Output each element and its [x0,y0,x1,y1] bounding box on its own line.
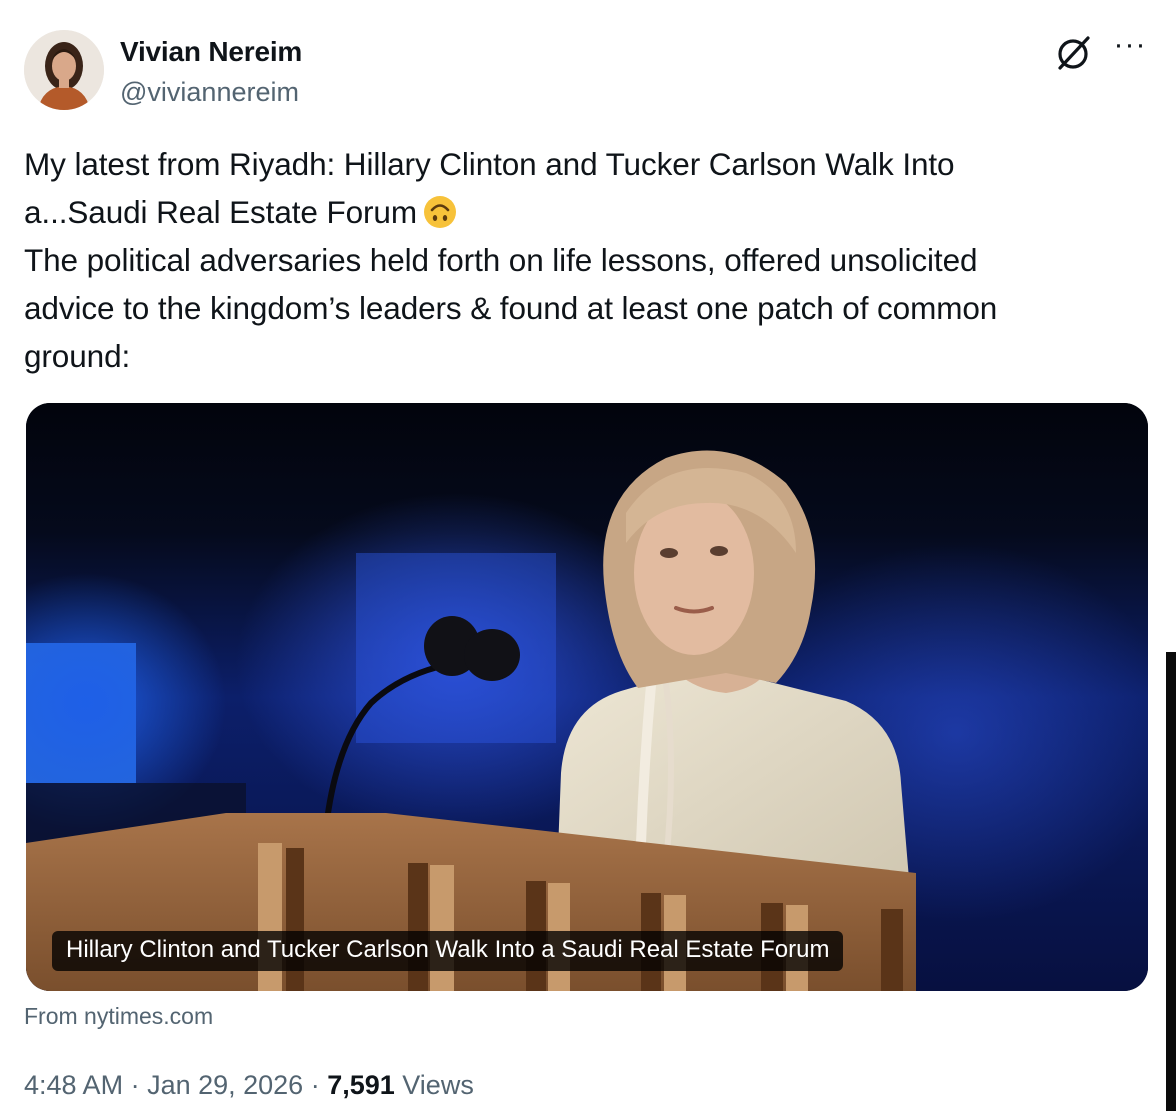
author-avatar[interactable] [24,30,104,110]
tweet-line-1: My latest from Riyadh: Hillary Clinton a… [24,146,955,182]
card-source-link[interactable]: From nytimes.com [24,1003,213,1030]
tweet-time[interactable]: 4:48 AM [24,1070,123,1100]
tweet-text: My latest from Riyadh: Hillary Clinton a… [24,140,1144,380]
tweet-line-3: The political adversaries held forth on … [24,242,978,278]
avatar-photo [24,30,104,110]
tweet-line-5: ground: [24,338,131,374]
grok-icon[interactable] [1052,30,1096,74]
tweet-line-4: advice to the kingdom’s leaders & found … [24,290,998,326]
tweet-line-2: a...Saudi Real Estate Forum [24,194,417,230]
card-photo [26,403,1148,991]
author-name[interactable]: Vivian Nereim [120,36,302,68]
card-title: Hillary Clinton and Tucker Carlson Walk … [52,931,844,971]
tweet-date[interactable]: Jan 29, 2026 [147,1070,303,1100]
more-dots-icon: ··· [1113,28,1147,61]
meta-separator-2: · [303,1070,328,1100]
upside-down-face-emoji-icon [423,194,457,228]
views-count: 7,591 [327,1070,395,1100]
link-card[interactable]: Hillary Clinton and Tucker Carlson Walk … [26,403,1148,991]
more-options-button[interactable]: ··· [1110,30,1150,70]
views-label: Views [394,1070,474,1100]
tweet-line-2-wrap: a...Saudi Real Estate Forum [24,188,1144,236]
author-handle[interactable]: @viviannereim [120,77,299,108]
tweet: Vivian Nereim @viviannereim ··· My lates… [0,0,1176,1111]
tweet-meta: 4:48 AM · Jan 29, 2026 · 7,591 Views [24,1070,474,1101]
edge-divider [1166,652,1176,1111]
meta-separator: · [123,1070,148,1100]
